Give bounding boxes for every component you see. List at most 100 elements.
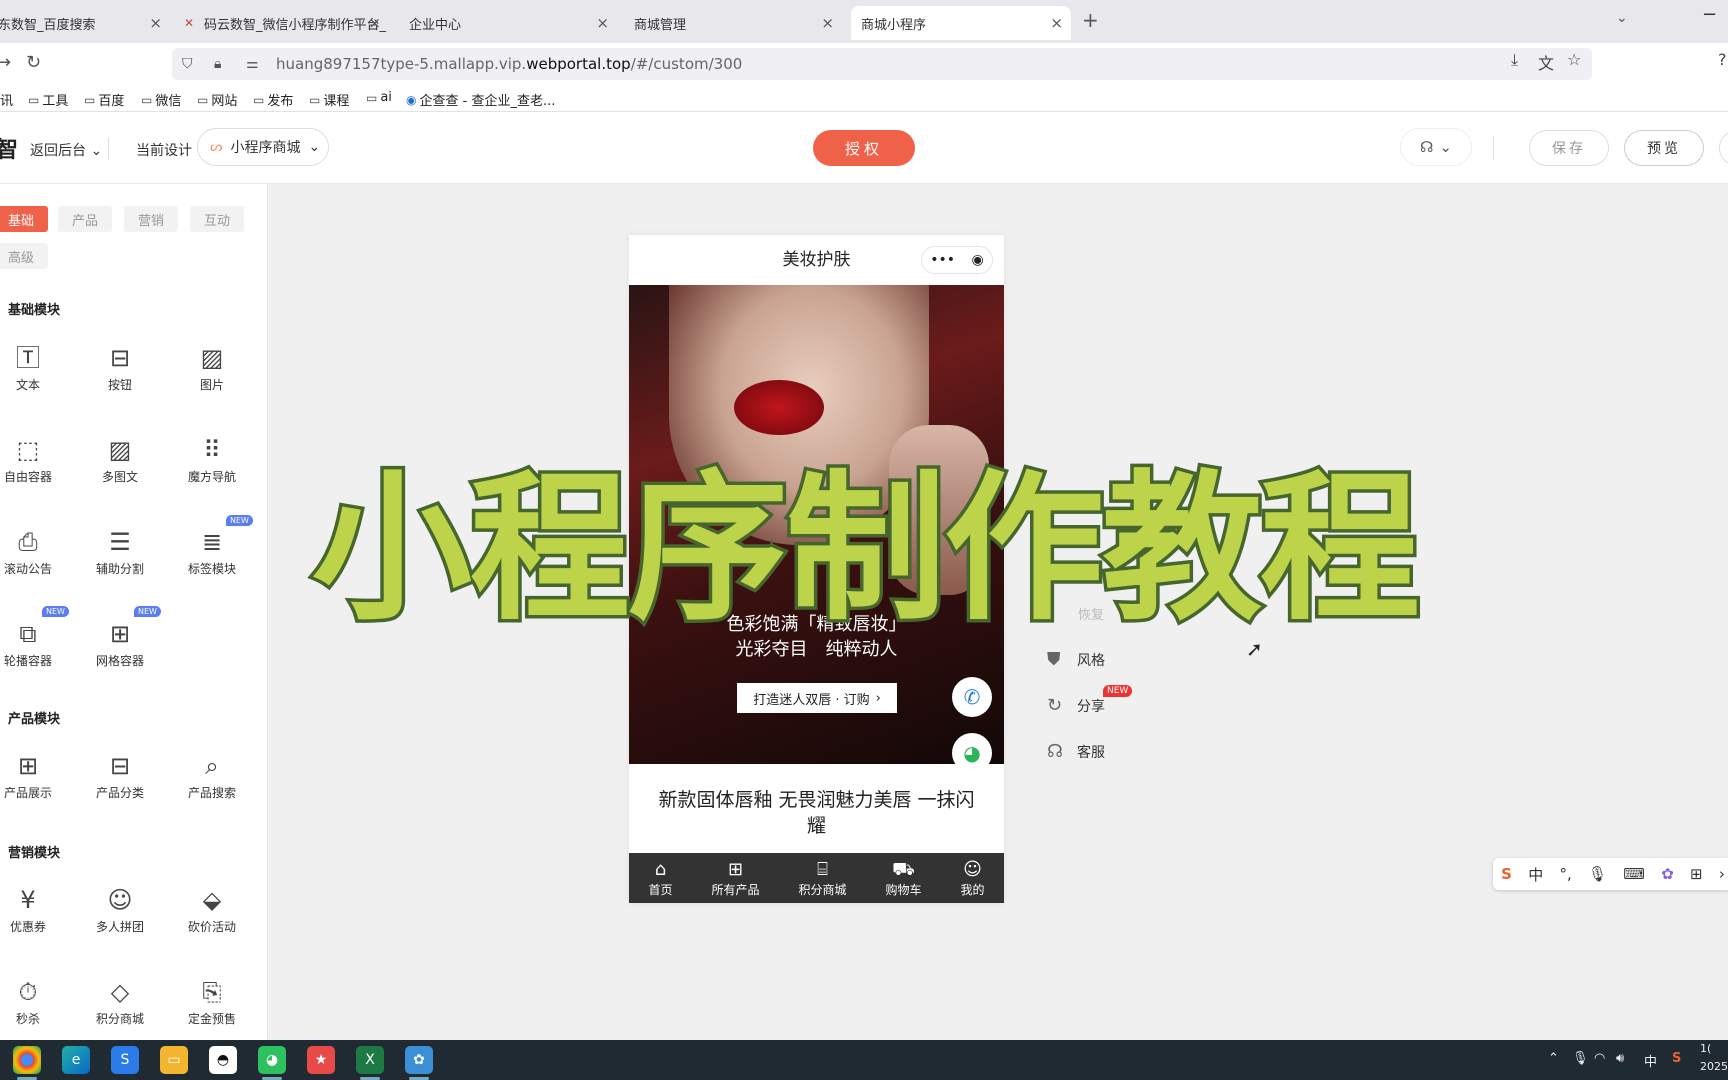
phone-icon[interactable]: ✆ [952,677,992,717]
reload-icon[interactable]: ↻ [26,52,41,73]
bookmark-folder[interactable]: ▭ 工具 [28,90,68,110]
file-explorer-icon[interactable]: ▭ [160,1046,188,1074]
module-grid[interactable]: ⊞ 网格容器 [80,618,160,669]
bookmark-folder[interactable]: ▭ 发布 [253,90,293,110]
sogou-logo-icon[interactable]: S [1501,865,1512,883]
shield-icon[interactable]: ⛉ [182,56,204,72]
tab-basic[interactable]: 基础 [0,206,48,232]
share-button[interactable]: ↻ 分享 [1047,695,1105,716]
support-dropdown[interactable]: ☊ ⌄ [1400,128,1472,166]
chrome-icon[interactable] [13,1046,41,1074]
ime-mode[interactable]: 中 [1528,864,1543,885]
module-flash-sale[interactable]: ⏱ 秒杀 [0,976,68,1027]
browser-tab[interactable]: 企业中心 × [399,6,617,40]
bookmark-folder[interactable]: ▭ ai [366,90,392,105]
tab-cart[interactable]: ⛟ 购物车 [885,859,921,898]
module-button[interactable]: ⊟ 按钮 [80,342,160,393]
module-notice[interactable]: ⎙ 滚动公告 [0,526,68,577]
customer-service-button[interactable]: ☊ 客服 [1047,741,1105,762]
translate-icon[interactable]: 文 [1538,50,1554,74]
keyboard-icon[interactable]: ⌨ [1623,865,1645,883]
style-button[interactable]: ⛊ 风格 [1047,649,1105,670]
close-icon[interactable]: × [149,14,162,32]
download-icon[interactable]: ⤓ [1511,50,1518,70]
module-image[interactable]: ▨ 图片 [172,342,252,393]
app-flower-icon[interactable]: ✿ [405,1046,433,1074]
bookmark-item[interactable]: ◉ 企查查 - 查企业_查老... [406,90,555,110]
tab-all-products[interactable]: ⊞ 所有产品 [711,859,759,898]
bookmark-item[interactable]: 讯 [0,90,13,109]
qq-icon[interactable]: ◓ [209,1046,237,1074]
close-icon[interactable]: × [821,14,834,32]
miniprogram-capsule[interactable]: ••• ◉ [921,246,993,274]
bookmark-folder[interactable]: ▭ 网站 [197,90,237,110]
site-settings-icon[interactable]: ⚌ [246,56,268,72]
chevron-up-icon[interactable]: ⌃ [1548,1051,1559,1066]
module-group-buy[interactable]: ☺ 多人拼团 [80,884,160,935]
tab-interaction[interactable]: 互动 [190,206,244,232]
module-product-category[interactable]: ⊟ 产品分类 [80,750,160,801]
forward-icon[interactable]: → [0,52,11,73]
close-icon[interactable]: × [368,14,381,32]
module-bargain[interactable]: ⬙ 砍价活动 [172,884,252,935]
module-text[interactable]: 🅃 文本 [0,342,68,393]
wechat-icon[interactable]: ◕ [952,733,992,773]
bookmark-folder[interactable]: ▭ 微信 [141,90,181,110]
module-product-display[interactable]: ⊞ 产品展示 [0,750,68,801]
skin-icon[interactable]: ✿ [1661,865,1674,883]
bookmark-folder[interactable]: ▭ 课程 [309,90,349,110]
bookmark-folder[interactable]: ▭ 百度 [84,90,124,110]
excel-icon[interactable]: X [356,1046,384,1074]
module-product-search[interactable]: ⌕ 产品搜索 [172,750,252,801]
module-divider[interactable]: ☰ 辅助分割 [80,526,160,577]
app-icon[interactable]: ★ [307,1046,335,1074]
tab-mine[interactable]: ☺ 我的 [960,859,984,898]
sogou-browser-icon[interactable]: S [111,1046,139,1074]
tab-advanced[interactable]: 高级 [0,243,48,269]
module-points-mall[interactable]: ◇ 积分商城 [80,976,160,1027]
clock-time[interactable]: 1( [1700,1042,1711,1055]
volume-icon[interactable]: 🔊︎ [1616,1051,1624,1066]
back-to-admin-button[interactable]: 返回后台 ⌄ [30,140,102,160]
module-multi-image-text[interactable]: ▨ 多图文 [80,434,160,485]
microphone-icon[interactable]: 🎙︎ [1588,865,1607,883]
tab-product[interactable]: 产品 [58,206,112,232]
browser-tab[interactable]: 商城管理 × [624,6,842,40]
wifi-icon[interactable]: ◠ [1594,1051,1605,1066]
module-carousel[interactable]: ⧉ 轮播容器 [0,618,68,669]
app-selector[interactable]: ᔕ 小程序商城 ⌄ [197,128,329,166]
module-presale[interactable]: ⎘ 定金预售 [172,976,252,1027]
browser-tab-active[interactable]: 商城小程序 × [851,6,1071,40]
more-button[interactable] [1719,130,1728,166]
module-tag[interactable]: ≣ 标签模块 [172,526,252,577]
clock-date[interactable]: 2025 [1700,1060,1728,1073]
toolbox-grid-icon[interactable]: ⊞ [1690,865,1703,883]
browser-tab[interactable]: ✕ 码云数智_微信小程序制作平台_ × [174,6,389,40]
banner-order-button[interactable]: 打造迷人双唇 · 订购 › [737,683,897,713]
punctuation-icon[interactable]: °, [1559,865,1571,883]
minimize-icon[interactable]: − [1702,4,1717,25]
module-coupon[interactable]: ¥ 优惠券 [0,884,68,935]
tab-points-mall[interactable]: ⌸ 积分商城 [798,859,846,898]
more-dots-icon[interactable]: ••• [930,252,955,268]
more-icon[interactable]: › [1719,865,1725,883]
tab-home[interactable]: ⌂ 首页 [648,859,672,898]
chevron-down-icon[interactable]: ⌄ [1616,10,1628,26]
wechat-icon[interactable]: ◕ [258,1046,286,1074]
lock-icon[interactable]: 🔒︎ [214,56,236,72]
sogou-tray-icon[interactable]: S [1672,1051,1681,1066]
new-tab-button[interactable]: + [1082,8,1099,32]
target-icon[interactable]: ◉ [972,252,984,268]
save-button[interactable]: 保存 [1529,130,1609,166]
authorize-button[interactable]: 授权 [813,130,915,166]
edge-icon[interactable]: e [62,1046,90,1074]
browser-tab[interactable]: 东数智_百度搜索 × [0,6,170,40]
tab-marketing[interactable]: 营销 [124,206,178,232]
help-icon[interactable]: ? [1718,50,1727,69]
input-language[interactable]: 中 [1644,1051,1657,1070]
close-icon[interactable]: × [1050,14,1063,32]
url-field[interactable]: ⛉ 🔒︎ ⚌ huang897157type-5.mallapp.vip.web… [172,48,1592,80]
close-icon[interactable]: × [596,14,609,32]
star-icon[interactable]: ☆ [1567,50,1581,69]
microphone-icon[interactable]: 🎙︎ [1572,1051,1589,1066]
